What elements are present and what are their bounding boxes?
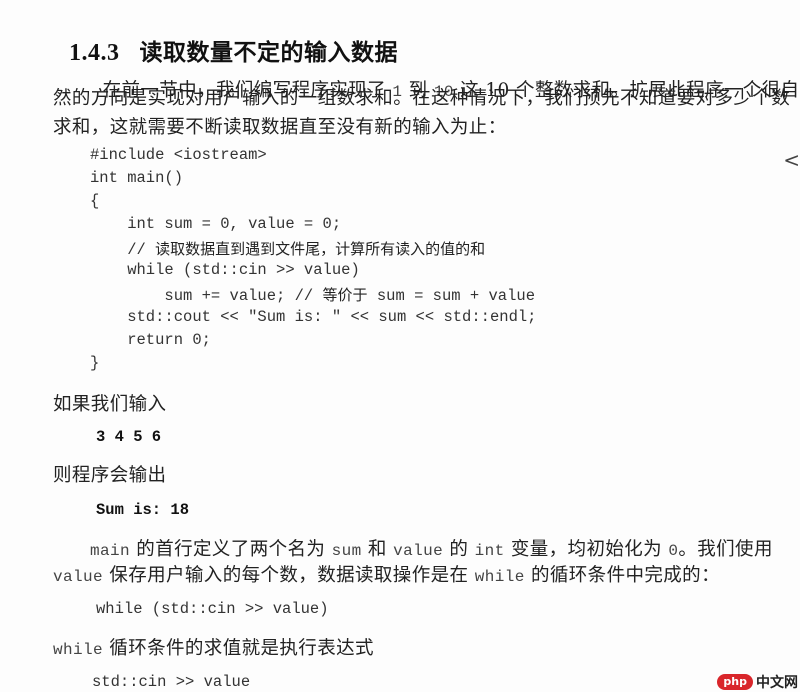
output-example: Sum is: 18 bbox=[96, 501, 190, 519]
inline-code: main bbox=[90, 542, 131, 560]
code-line: int sum = 0, value = 0; bbox=[90, 215, 342, 233]
code-comment-prefix: // bbox=[90, 241, 156, 259]
code-comment-tail: sum = sum + value bbox=[376, 287, 536, 305]
intro-line-3: 求和，这就需要不断读取数据直至没有新的输入为止： bbox=[53, 117, 507, 138]
explain-text: 。我们使用 bbox=[678, 539, 773, 560]
code-line-comment: // 读取数据直到遇到文件尾，计算所有读入的值的和 bbox=[90, 238, 485, 259]
loop-code: while (std::cin >> value) bbox=[96, 600, 329, 618]
code-comment-text: 等价于 bbox=[322, 286, 368, 304]
code-line: while (std::cin >> value) bbox=[90, 261, 360, 279]
explain-text: 和 bbox=[367, 539, 387, 560]
explain-text: 保存用户输入的每个数，数据读取操作是在 bbox=[109, 565, 469, 586]
code-statement: sum += value; // bbox=[90, 287, 323, 305]
code-line: int main() bbox=[90, 169, 184, 187]
inline-code: while bbox=[474, 568, 525, 586]
code-line: return 0; bbox=[90, 331, 211, 349]
explain-text: 的循环条件中完成的： bbox=[530, 565, 720, 586]
output-label: 则程序会输出 bbox=[53, 465, 167, 486]
code-line: std::cout << "Sum is: " << sum << std::e… bbox=[90, 308, 537, 326]
inline-code: sum bbox=[331, 542, 362, 560]
input-label: 如果我们输入 bbox=[53, 394, 167, 415]
input-example: 3 4 5 6 bbox=[96, 428, 162, 446]
intro-line-2: 然的方向是实现对用户输入的一组数求和。在这种情况下，我们预先不知道要对多少个数 bbox=[53, 88, 791, 109]
watermark-text: 中文网 bbox=[756, 675, 798, 691]
inline-code: value bbox=[53, 568, 104, 586]
php-logo-icon: php bbox=[717, 674, 753, 690]
code-line: #include <iostream> bbox=[90, 146, 267, 164]
inline-code: value bbox=[393, 542, 444, 560]
explain-line-2: value 保存用户输入的每个数，数据读取操作是在 while 的循环条件中完成… bbox=[53, 561, 720, 587]
explain-text: 的 bbox=[449, 539, 469, 560]
inline-code: 0 bbox=[668, 542, 679, 560]
chevron-left-icon[interactable]: < bbox=[783, 148, 800, 172]
explain-text: 的首行定义了两个名为 bbox=[136, 539, 326, 560]
code-line: { bbox=[90, 192, 100, 210]
explain-text: 变量，均初始化为 bbox=[510, 539, 663, 560]
watermark: php 中文网 bbox=[717, 672, 798, 692]
explain-line-1: main 的首行定义了两个名为 sum 和 value 的 int 变量，均初始… bbox=[90, 535, 773, 561]
loop-description: while 循环条件的求值就是执行表达式 bbox=[53, 634, 374, 660]
code-line-comment: sum += value; // 等价于 sum = sum + value bbox=[90, 284, 535, 305]
loop-desc-text: 循环条件的求值就是执行表达式 bbox=[109, 638, 374, 659]
expression-code: std::cin >> value bbox=[92, 673, 251, 691]
code-comment-text: 读取数据直到遇到文件尾，计算所有读入的值的和 bbox=[155, 240, 486, 258]
inline-code: int bbox=[474, 542, 505, 560]
inline-code: while bbox=[53, 641, 104, 659]
code-line: } bbox=[90, 354, 100, 372]
